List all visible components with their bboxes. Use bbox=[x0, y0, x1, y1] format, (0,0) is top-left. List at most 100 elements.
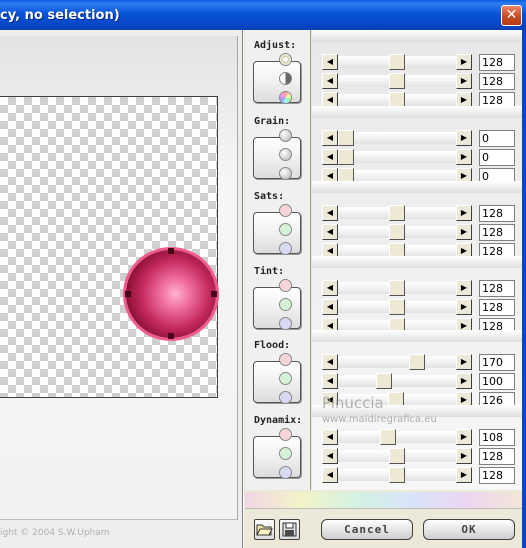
slider-left-arrow[interactable]: ◀ bbox=[322, 280, 338, 296]
slider-right-arrow[interactable]: ▶ bbox=[456, 429, 472, 445]
slider-right-arrow[interactable]: ▶ bbox=[456, 448, 472, 464]
slider-value-field[interactable]: 128 bbox=[479, 467, 515, 484]
slider-track[interactable] bbox=[338, 356, 456, 368]
slider-thumb[interactable] bbox=[389, 467, 405, 483]
floppy-disk-icon bbox=[282, 522, 297, 537]
slider-thumb[interactable] bbox=[389, 448, 405, 464]
slider-track[interactable] bbox=[338, 132, 456, 144]
slider-left-arrow[interactable]: ◀ bbox=[322, 205, 338, 221]
group-reset-button[interactable] bbox=[253, 137, 301, 179]
slider-left-arrow[interactable]: ◀ bbox=[322, 149, 338, 165]
group-reset-button[interactable] bbox=[253, 212, 301, 254]
sun-icon bbox=[279, 53, 292, 66]
group-reset-button[interactable] bbox=[253, 361, 301, 403]
group-band bbox=[312, 330, 522, 342]
slider[interactable]: ◀ ▶ bbox=[322, 149, 472, 165]
grain-icon bbox=[279, 129, 292, 142]
blue-dot-icon bbox=[279, 391, 292, 404]
slider-value-field[interactable]: 128 bbox=[479, 448, 515, 465]
slider-thumb[interactable] bbox=[389, 224, 405, 240]
red-dot-icon bbox=[279, 204, 292, 217]
slider-right-arrow[interactable]: ▶ bbox=[456, 467, 472, 483]
group-reset-button[interactable] bbox=[253, 61, 301, 103]
cancel-button[interactable]: Cancel bbox=[321, 519, 413, 540]
slider-right-arrow[interactable]: ▶ bbox=[456, 224, 472, 240]
save-button[interactable] bbox=[279, 519, 300, 540]
slider[interactable]: ◀ ▶ bbox=[322, 73, 472, 89]
slider-value-field[interactable]: 0 bbox=[479, 130, 515, 147]
red-dot-icon bbox=[279, 428, 292, 441]
slider-right-arrow[interactable]: ▶ bbox=[456, 54, 472, 70]
slider[interactable]: ◀ ▶ bbox=[322, 299, 472, 315]
slider-thumb[interactable] bbox=[389, 299, 405, 315]
sphere-marker bbox=[168, 333, 174, 339]
slider[interactable]: ◀ ▶ bbox=[322, 130, 472, 146]
ok-button[interactable]: OK bbox=[423, 519, 515, 540]
slider-value-field[interactable]: 128 bbox=[479, 205, 515, 222]
slider-right-arrow[interactable]: ▶ bbox=[456, 149, 472, 165]
slider-thumb[interactable] bbox=[389, 73, 405, 89]
slider-value-field[interactable]: 0 bbox=[479, 149, 515, 166]
slider-right-arrow[interactable]: ▶ bbox=[456, 73, 472, 89]
slider[interactable]: ◀ ▶ bbox=[322, 354, 472, 370]
slider-thumb[interactable] bbox=[409, 354, 425, 370]
slider-track[interactable] bbox=[338, 431, 456, 443]
slider-right-arrow[interactable]: ▶ bbox=[456, 373, 472, 389]
green-dot-icon bbox=[279, 447, 292, 460]
slider-left-arrow[interactable]: ◀ bbox=[322, 224, 338, 240]
slider-left-arrow[interactable]: ◀ bbox=[322, 73, 338, 89]
slider-thumb[interactable] bbox=[338, 149, 354, 165]
blue-dot-icon bbox=[279, 317, 292, 330]
slider-value-field[interactable]: 108 bbox=[479, 429, 515, 446]
transparency-checkerboard bbox=[0, 96, 218, 398]
slider-left-arrow[interactable]: ◀ bbox=[322, 299, 338, 315]
copyright-text: ight © 2004 S.W.Upham bbox=[0, 528, 110, 538]
group-label: Tint: bbox=[254, 266, 285, 277]
slider-value-field[interactable]: 128 bbox=[479, 280, 515, 297]
slider[interactable]: ◀ ▶ bbox=[322, 373, 472, 389]
slider-left-arrow[interactable]: ◀ bbox=[322, 373, 338, 389]
slider-left-arrow[interactable]: ◀ bbox=[322, 130, 338, 146]
slider-value-field[interactable]: 128 bbox=[479, 73, 515, 90]
green-dot-icon bbox=[279, 223, 292, 236]
slider-value-field[interactable]: 100 bbox=[479, 373, 515, 390]
slider[interactable]: ◀ ▶ bbox=[322, 467, 472, 483]
slider[interactable]: ◀ ▶ bbox=[322, 280, 472, 296]
slider-thumb[interactable] bbox=[380, 429, 396, 445]
slider-right-arrow[interactable]: ▶ bbox=[456, 280, 472, 296]
slider-value-field[interactable]: 170 bbox=[479, 354, 515, 371]
group-label: Grain: bbox=[254, 116, 291, 127]
slider[interactable]: ◀ ▶ bbox=[322, 205, 472, 221]
slider[interactable]: ◀ ▶ bbox=[322, 429, 472, 445]
slider-track[interactable] bbox=[338, 151, 456, 163]
slider-right-arrow[interactable]: ▶ bbox=[456, 299, 472, 315]
slider[interactable]: ◀ ▶ bbox=[322, 448, 472, 464]
slider-thumb[interactable] bbox=[389, 205, 405, 221]
slider-left-arrow[interactable]: ◀ bbox=[322, 467, 338, 483]
open-button[interactable] bbox=[254, 519, 275, 540]
slider-value-field[interactable]: 128 bbox=[479, 224, 515, 241]
slider[interactable]: ◀ ▶ bbox=[322, 224, 472, 240]
slider-right-arrow[interactable]: ▶ bbox=[456, 354, 472, 370]
watermark-url: www.maidiregrafica.eu bbox=[322, 414, 437, 425]
folder-open-icon bbox=[256, 524, 273, 536]
slider-left-arrow[interactable]: ◀ bbox=[322, 54, 338, 70]
slider-thumb[interactable] bbox=[389, 280, 405, 296]
group-reset-button[interactable] bbox=[253, 436, 301, 478]
group-reset-button[interactable] bbox=[253, 287, 301, 329]
slider-track[interactable] bbox=[338, 375, 456, 387]
slider[interactable]: ◀ ▶ bbox=[322, 54, 472, 70]
slider-left-arrow[interactable]: ◀ bbox=[322, 448, 338, 464]
title-bar: cy, no selection) ✕ bbox=[0, 0, 526, 30]
slider-value-field[interactable]: 128 bbox=[479, 54, 515, 71]
sphere-marker bbox=[168, 248, 174, 254]
close-button[interactable]: ✕ bbox=[501, 5, 522, 26]
slider-left-arrow[interactable]: ◀ bbox=[322, 429, 338, 445]
slider-right-arrow[interactable]: ▶ bbox=[456, 130, 472, 146]
slider-thumb[interactable] bbox=[338, 130, 354, 146]
slider-value-field[interactable]: 128 bbox=[479, 299, 515, 316]
slider-thumb[interactable] bbox=[389, 54, 405, 70]
slider-left-arrow[interactable]: ◀ bbox=[322, 354, 338, 370]
slider-thumb[interactable] bbox=[376, 373, 392, 389]
slider-right-arrow[interactable]: ▶ bbox=[456, 205, 472, 221]
